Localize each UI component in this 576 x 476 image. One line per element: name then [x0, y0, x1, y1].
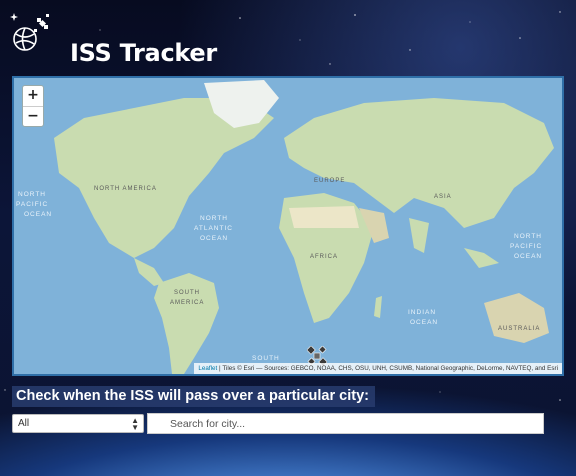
label-south-america-1: SOUTH [174, 290, 200, 296]
label-europe: EUROPE [314, 178, 345, 184]
label-south-america-2: AMERICA [170, 300, 204, 306]
label-north-atlantic-3: OCEAN [200, 235, 228, 242]
select-arrow-icon: ▲ ▼ [131, 416, 139, 432]
pass-check-heading: Check when the ISS will pass over a part… [12, 386, 375, 407]
city-search-input[interactable]: Search for city... [147, 413, 544, 434]
zoom-control: + − [22, 85, 44, 127]
label-north-atlantic-1: NORTH [200, 215, 228, 222]
zoom-out-button[interactable]: − [23, 106, 43, 126]
leaflet-link[interactable]: Leaflet [198, 365, 217, 372]
label-africa: AFRICA [310, 254, 338, 260]
attribution-text: | Tiles © Esri — Sources: GEBCO, NOAA, C… [219, 365, 558, 372]
label-indian-ocean-2: OCEAN [410, 319, 438, 326]
city-filter-value: All [18, 418, 30, 429]
label-south-atlantic: SOUTH [252, 355, 280, 362]
label-north-pacific-1: NORTH [18, 191, 46, 198]
label-australia: AUSTRALIA [498, 326, 540, 332]
label-north-pacific-2: PACIFIC [16, 201, 48, 208]
label-indian-ocean-1: INDIAN [408, 309, 436, 316]
label-north-pacific-east-1: NORTH [514, 233, 542, 240]
label-north-america: NORTH AMERICA [94, 186, 157, 192]
globe-satellite-icon [10, 13, 49, 51]
label-north-atlantic-2: ATLANTIC [194, 225, 233, 232]
world-map[interactable]: NORTH AMERICA NORTH PACIFIC OCEAN NORTH … [12, 76, 564, 376]
app-header: ISS Tracker [10, 10, 310, 67]
map-attribution: Leaflet | Tiles © Esri — Sources: GEBCO,… [194, 363, 562, 374]
city-filter-select[interactable]: All ▲ ▼ [12, 414, 144, 433]
label-north-pacific-3: OCEAN [24, 211, 52, 218]
label-north-pacific-east-2: PACIFIC [510, 243, 542, 250]
label-north-pacific-east-3: OCEAN [514, 253, 542, 260]
map-tiles[interactable]: NORTH AMERICA NORTH PACIFIC OCEAN NORTH … [14, 78, 562, 374]
zoom-in-button[interactable]: + [23, 86, 43, 106]
label-asia: ASIA [434, 194, 452, 200]
app-title: ISS Tracker [70, 39, 217, 67]
